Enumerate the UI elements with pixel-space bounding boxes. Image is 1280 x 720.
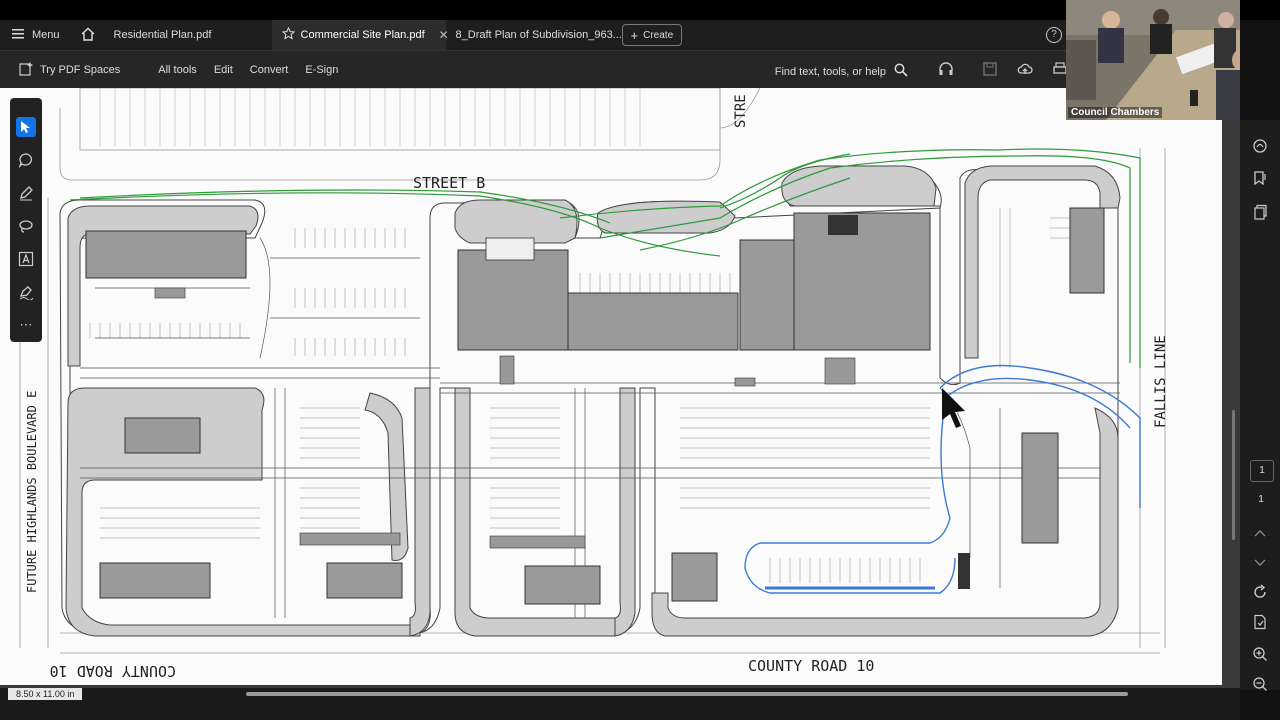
- county-road-left-label: COUNTY ROAD 10: [50, 662, 176, 680]
- select-tool[interactable]: [10, 110, 42, 143]
- total-pages: 1: [1258, 494, 1264, 505]
- spaces-label: Try PDF Spaces: [40, 64, 121, 76]
- status-bar: 8.50 x 11.00 in: [0, 688, 1240, 720]
- video-label: Council Chambers: [1068, 107, 1163, 118]
- pen-icon: [16, 183, 36, 203]
- more-tools[interactable]: ⋯: [10, 308, 42, 341]
- lasso-icon: [16, 216, 36, 236]
- plus-icon: +: [630, 27, 639, 43]
- fallis-line-label: FALLIS LINE: [1153, 335, 1169, 428]
- all-tools-button[interactable]: All tools: [158, 64, 197, 76]
- ai-assistant-icon[interactable]: [1252, 138, 1268, 154]
- tab-label: 8_Draft Plan of Subdivision_963...: [455, 29, 622, 41]
- vertical-scrollbar[interactable]: [1232, 410, 1235, 540]
- spaces-icon: [18, 61, 34, 80]
- tab-draft-plan-subdivision[interactable]: 8_Draft Plan of Subdivision_963...: [446, 20, 622, 50]
- help-icon[interactable]: ?: [1046, 27, 1062, 43]
- sign-tool[interactable]: [10, 275, 42, 308]
- comment-icon: [16, 150, 36, 170]
- create-button[interactable]: + Create: [621, 24, 683, 46]
- site-plan-page[interactable]: STREET B STRE FALLIS LINE FUTURE HIGHLAN…: [0, 88, 1222, 685]
- comment-tool[interactable]: [10, 143, 42, 176]
- draw-tool[interactable]: [10, 209, 42, 242]
- quick-tools-sidebar: ⋯: [10, 98, 42, 342]
- signature-pen-icon: [16, 282, 36, 302]
- text-box-icon: [16, 249, 36, 269]
- headphones-icon[interactable]: [938, 61, 954, 77]
- upload-cloud-icon[interactable]: [1017, 61, 1033, 77]
- text-tool[interactable]: [10, 242, 42, 275]
- cursor-icon: [16, 116, 36, 137]
- find-label: Find text, tools, or help: [774, 65, 886, 78]
- chevron-down-icon[interactable]: [1252, 554, 1268, 570]
- page-size-badge: 8.50 x 11.00 in: [8, 688, 83, 700]
- tab-residential-plan[interactable]: Residential Plan.pdf: [104, 20, 272, 50]
- create-label: Create: [643, 29, 674, 41]
- video-scene: [1066, 0, 1240, 120]
- highlight-tool[interactable]: [10, 176, 42, 209]
- menu-label: Menu: [32, 29, 60, 41]
- search-icon: [894, 63, 908, 80]
- pdf-spaces-button[interactable]: Try PDF Spaces: [18, 61, 120, 80]
- main-toolbar: Try PDF Spaces All tools Edit Convert E-…: [0, 50, 1068, 89]
- tab-label: Residential Plan.pdf: [113, 29, 212, 41]
- bookmark-icon[interactable]: [1252, 170, 1268, 186]
- current-page-input[interactable]: 1: [1250, 460, 1274, 482]
- menu-button[interactable]: Menu: [0, 28, 72, 42]
- county-road-right-label: COUNTY ROAD 10: [748, 657, 874, 675]
- more-dots-icon: ⋯: [19, 316, 33, 332]
- video-feed: Council Chambers: [1066, 0, 1240, 120]
- home-icon: [80, 27, 96, 44]
- future-highlands-blvd-label: FUTURE HIGHLANDS BOULEVARD E: [25, 391, 39, 593]
- document-info-icon[interactable]: [1252, 614, 1268, 630]
- hamburger-icon: [12, 28, 24, 42]
- right-rail: [1240, 120, 1280, 692]
- edit-button[interactable]: Edit: [214, 64, 233, 76]
- find-search-field[interactable]: Find text, tools, or help: [775, 63, 908, 80]
- street-top-label: STRE: [733, 94, 749, 128]
- home-tab[interactable]: [72, 20, 104, 50]
- horizontal-scrollbar[interactable]: [246, 692, 1128, 696]
- convert-button[interactable]: Convert: [250, 64, 289, 76]
- tab-bar: Menu Residential Plan.pdf Commercial Sit…: [0, 20, 1068, 50]
- tab-commercial-site-plan[interactable]: Commercial Site Plan.pdf ✕: [271, 20, 449, 50]
- tab-label: Commercial Site Plan.pdf: [300, 29, 425, 41]
- esign-button[interactable]: E-Sign: [305, 64, 338, 76]
- pages-icon[interactable]: [1252, 204, 1268, 220]
- zoom-out-icon[interactable]: [1252, 676, 1268, 692]
- site-plan-drawing: STREET B STRE FALLIS LINE FUTURE HIGHLAN…: [0, 88, 1222, 685]
- zoom-in-icon[interactable]: [1252, 646, 1268, 662]
- street-b-label: STREET B: [413, 174, 485, 192]
- save-icon[interactable]: [982, 61, 998, 77]
- chevron-up-icon[interactable]: [1252, 526, 1268, 542]
- star-icon[interactable]: [281, 26, 295, 43]
- rotate-icon[interactable]: [1252, 584, 1268, 600]
